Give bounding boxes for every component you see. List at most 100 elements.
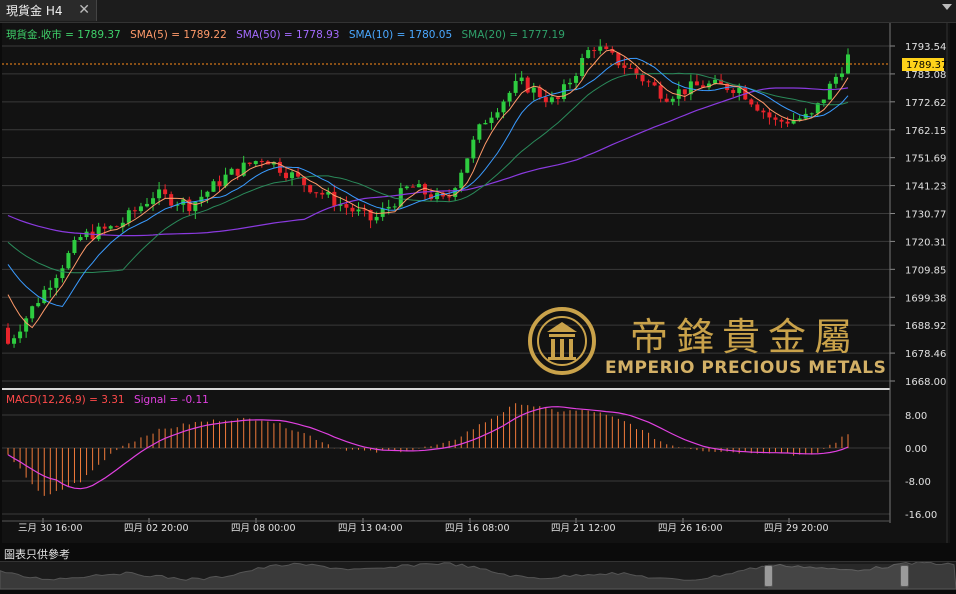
candle-up	[290, 172, 295, 179]
candle-down	[773, 117, 778, 120]
candle-up	[404, 186, 409, 189]
candle-down	[731, 90, 736, 93]
candle-up	[253, 161, 258, 165]
candle-up	[157, 189, 162, 199]
price-axis-label: 1668.00	[905, 377, 946, 388]
time-axis-label: 四月 08 00:00	[231, 523, 296, 534]
candle-up	[519, 77, 524, 82]
candle-down	[646, 81, 651, 83]
candle-up	[459, 172, 464, 189]
candle-down	[616, 52, 621, 66]
candle-down	[90, 231, 95, 240]
candle-down	[779, 119, 784, 122]
candle-up	[574, 75, 579, 83]
candle-down	[628, 67, 633, 69]
chart-svg[interactable]: 1793.54 1783.08 1772.62 1762.15 1751.69 1741.…	[2, 23, 950, 543]
candle-up	[108, 226, 113, 229]
macd-pane	[7, 403, 849, 496]
candle-up	[126, 210, 131, 223]
candle-down	[682, 89, 687, 95]
candle-up	[833, 76, 838, 84]
candle-up	[211, 181, 216, 192]
candle-down	[755, 104, 760, 111]
sma5-line	[7, 49, 849, 329]
candle-down	[658, 85, 663, 99]
candle-up	[737, 87, 742, 93]
candle-down	[308, 185, 313, 193]
candle-down	[767, 112, 772, 118]
candle-down	[259, 161, 264, 163]
candle-down	[447, 196, 452, 198]
candle-up	[18, 331, 23, 339]
price-axis-label: 1783.08	[905, 70, 946, 81]
time-axis-label: 四月 26 16:00	[658, 523, 723, 534]
time-axis-label: 四月 29 20:00	[764, 523, 829, 534]
price-axis-label: 1730.77	[905, 210, 946, 221]
candle-down	[555, 97, 560, 99]
candle-up	[489, 117, 494, 123]
candle-up	[453, 188, 458, 197]
macd-axis-label: -16.00	[905, 510, 937, 521]
candle-down	[102, 226, 107, 229]
candle-up	[205, 191, 210, 197]
candle-down	[543, 97, 548, 103]
candle-down	[314, 192, 319, 194]
time-axis-label: 四月 16 08:00	[445, 523, 510, 534]
candle-down	[235, 168, 240, 176]
candle-up	[48, 287, 53, 290]
close-icon[interactable]: ✕	[78, 2, 90, 18]
chart-navigator[interactable]	[0, 561, 956, 590]
chart-area[interactable]: 1793.54 1783.08 1772.62 1762.15 1751.69 1741.…	[2, 23, 950, 543]
candle-up	[96, 226, 101, 240]
candle-down	[422, 184, 427, 195]
candle-down	[344, 204, 349, 208]
dropdown-arrow-icon[interactable]	[942, 4, 952, 10]
candle-down	[114, 226, 119, 228]
macd-legend: MACD(12,26,9) = 3.31 Signal = -0.11	[6, 394, 209, 406]
price-tag: 1789.37	[906, 60, 947, 71]
price-axis-label: 1720.31	[905, 237, 946, 248]
candle-up	[586, 50, 591, 58]
candle-up	[495, 112, 500, 118]
navigator-left-handle[interactable]	[764, 565, 773, 587]
tab-title: 現貨金 H4	[6, 4, 63, 18]
candle-up	[12, 338, 17, 344]
emperio-logo-mark	[528, 307, 596, 375]
candle-down	[622, 65, 627, 68]
candle-down	[761, 110, 766, 113]
legend-sma5: SMA(5) = 1789.22	[130, 29, 227, 41]
sma20-line	[7, 72, 849, 274]
candle-up	[809, 113, 814, 115]
candle-up	[670, 98, 675, 102]
candle-up	[580, 57, 585, 76]
candle-down	[187, 199, 192, 212]
time-axis-label: 三月 30 16:00	[18, 523, 83, 534]
candle-up	[54, 278, 59, 288]
candle-up	[36, 303, 41, 307]
candle-down	[132, 210, 137, 212]
candle-up	[193, 201, 198, 212]
watermark-logo: 帝鋒貴金屬 EMPERIO PRECIOUS METALS	[527, 306, 897, 384]
candle-down	[604, 46, 609, 50]
tab-chart[interactable]: 現貨金 H4 ✕	[0, 0, 97, 21]
price-axis-label: 1762.15	[905, 126, 946, 137]
tab-bar: 現貨金 H4 ✕	[0, 0, 956, 23]
price-axis-label: 1709.85	[905, 265, 946, 276]
candle-up	[72, 240, 77, 254]
candle-up	[60, 268, 65, 279]
price-axis-label: 1699.38	[905, 293, 946, 304]
candle-up	[549, 97, 554, 103]
candle-up	[507, 92, 512, 102]
candle-down	[749, 99, 754, 105]
candle-up	[531, 87, 536, 93]
time-axis-label: 四月 02 20:00	[124, 523, 189, 534]
candle-up	[138, 206, 143, 212]
candle-up	[598, 46, 603, 51]
legend-main: 現貨金.收市 = 1789.37	[6, 28, 121, 41]
candle-up	[151, 198, 156, 204]
legend-sma50: SMA(50) = 1778.93	[236, 29, 339, 41]
navigator-right-handle[interactable]	[900, 565, 909, 587]
navigator-window[interactable]	[768, 564, 908, 588]
candle-down	[350, 207, 355, 212]
candle-down	[785, 121, 790, 124]
